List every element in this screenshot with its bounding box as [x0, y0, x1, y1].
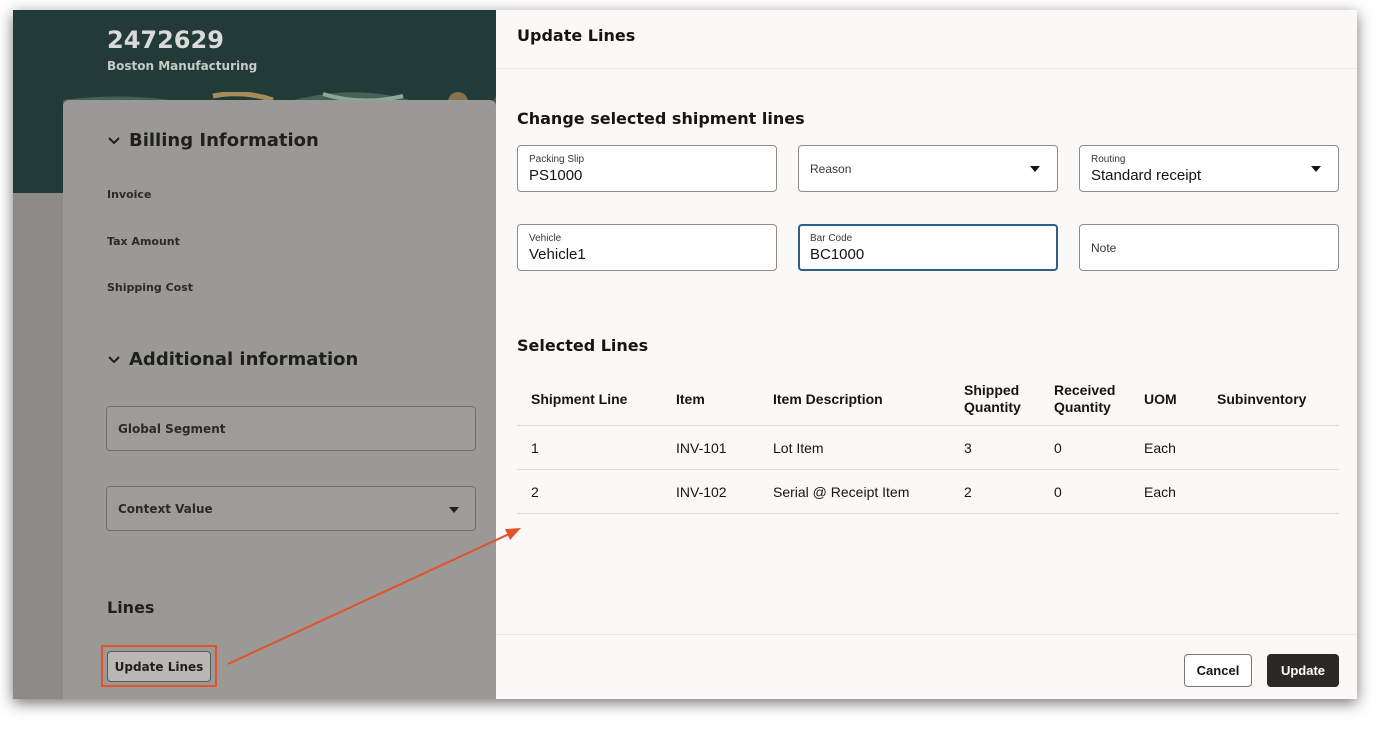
- header-divider: [496, 68, 1357, 69]
- column-header[interactable]: Shipped Quantity: [950, 373, 1040, 426]
- column-header[interactable]: UOM: [1130, 373, 1203, 426]
- column-header[interactable]: Item Description: [759, 373, 950, 426]
- drawer-title: Update Lines: [517, 26, 636, 45]
- table-row[interactable]: 1 INV-101 Lot Item 3 0 Each: [517, 425, 1339, 470]
- billing-section-title: Billing Information: [129, 130, 319, 151]
- table-row[interactable]: 2 INV-102 Serial @ Receipt Item 2 0 Each: [517, 469, 1339, 514]
- screenshot-frame: 2472629 Boston Manufacturing Billing Inf…: [13, 10, 1357, 699]
- record-number: 2472629: [107, 26, 224, 54]
- footer-divider: [496, 634, 1357, 635]
- background-page: 2472629 Boston Manufacturing Billing Inf…: [13, 10, 496, 699]
- billing-section-header[interactable]: Billing Information: [107, 130, 319, 151]
- invoice-label: Invoice: [107, 188, 152, 201]
- background-strip: [13, 10, 63, 193]
- table-cell: INV-101: [662, 425, 759, 470]
- column-header[interactable]: Received Quantity: [1040, 373, 1130, 426]
- table-cell: Each: [1130, 425, 1203, 470]
- vehicle-value: Vehicle1: [529, 246, 586, 263]
- change-section-title: Change selected shipment lines: [517, 109, 805, 128]
- caret-down-icon: [1030, 166, 1040, 172]
- column-header[interactable]: Item: [662, 373, 759, 426]
- global-segment-placeholder: Global Segment: [118, 422, 226, 436]
- table-cell: 0: [1040, 425, 1130, 470]
- table-cell: [1203, 469, 1339, 514]
- vehicle-field[interactable]: Vehicle Vehicle1: [517, 224, 777, 271]
- organization-name: Boston Manufacturing: [107, 59, 258, 73]
- context-value-select[interactable]: Context Value: [106, 486, 476, 531]
- table-cell: 3: [950, 425, 1040, 470]
- packing-slip-label: Packing Slip: [529, 154, 585, 165]
- table-cell: 0: [1040, 469, 1130, 514]
- bar-code-label: Bar Code: [810, 233, 853, 244]
- bar-code-value: BC1000: [810, 246, 865, 263]
- table-cell: Each: [1130, 469, 1203, 514]
- note-placeholder: Note: [1091, 241, 1117, 255]
- table-cell: 1: [517, 425, 662, 470]
- routing-select[interactable]: Routing Standard receipt: [1079, 145, 1339, 192]
- reason-placeholder: Reason: [810, 162, 852, 176]
- record-header: [63, 10, 496, 100]
- selected-lines-title: Selected Lines: [517, 336, 649, 355]
- cancel-button[interactable]: Cancel: [1184, 654, 1252, 687]
- caret-down-icon: [1311, 166, 1321, 172]
- tax-amount-label: Tax Amount: [107, 235, 180, 248]
- global-segment-field[interactable]: Global Segment: [106, 406, 476, 451]
- lines-heading: Lines: [107, 598, 155, 617]
- packing-slip-field[interactable]: Packing Slip PS1000: [517, 145, 777, 192]
- table-cell: Serial @ Receipt Item: [759, 469, 950, 514]
- context-value-placeholder: Context Value: [118, 502, 213, 516]
- chevron-down-icon: [108, 355, 120, 363]
- packing-slip-value: PS1000: [529, 167, 583, 184]
- update-lines-button[interactable]: Update Lines: [107, 651, 211, 682]
- table-cell: 2: [950, 469, 1040, 514]
- reason-select[interactable]: Reason: [798, 145, 1058, 192]
- routing-label: Routing: [1091, 154, 1126, 165]
- bar-code-field[interactable]: Bar Code BC1000: [798, 224, 1058, 271]
- additional-section-header[interactable]: Additional information: [107, 349, 358, 370]
- chevron-down-icon: [108, 136, 120, 144]
- column-header[interactable]: Shipment Line: [517, 373, 662, 426]
- note-field[interactable]: Note: [1079, 224, 1339, 271]
- caret-down-icon: [449, 507, 459, 513]
- table-cell: 2: [517, 469, 662, 514]
- vehicle-label: Vehicle: [529, 233, 562, 244]
- selected-lines-table: Shipment Line Item Item Description Ship…: [517, 373, 1339, 514]
- table-header-row: Shipment Line Item Item Description Ship…: [517, 373, 1339, 426]
- additional-section-title: Additional information: [129, 349, 359, 370]
- update-lines-drawer: Update Lines Change selected shipment li…: [496, 10, 1357, 699]
- shipping-cost-label: Shipping Cost: [107, 281, 194, 294]
- routing-value: Standard receipt: [1091, 167, 1202, 184]
- update-button[interactable]: Update: [1267, 654, 1339, 687]
- table-cell: Lot Item: [759, 425, 950, 470]
- column-header[interactable]: Subinventory: [1203, 373, 1339, 426]
- table-cell: INV-102: [662, 469, 759, 514]
- table-cell: [1203, 425, 1339, 470]
